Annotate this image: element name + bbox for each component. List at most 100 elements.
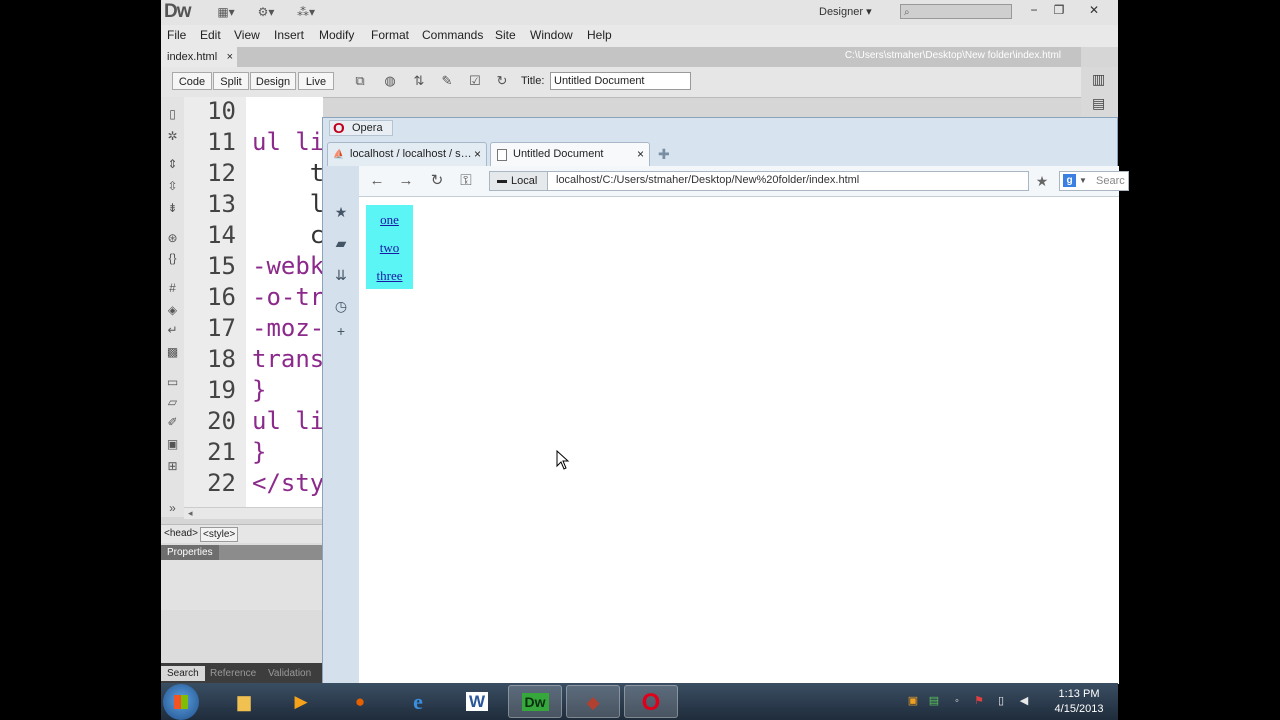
horizontal-scrollbar[interactable]: ◂: [184, 507, 323, 519]
tray-flag-icon[interactable]: ⚑: [972, 694, 986, 708]
tab-reference[interactable]: Reference: [204, 666, 262, 681]
show-code-navigator-icon[interactable]: ✲: [165, 129, 180, 144]
recent-snippets-icon[interactable]: ▣: [165, 437, 180, 452]
line-numbers-icon[interactable]: #: [165, 281, 180, 296]
dreamweaver-icon[interactable]: Dw: [508, 685, 562, 718]
bookmark-star-icon[interactable]: ★: [1032, 171, 1052, 191]
insert-panel-icon[interactable]: ▥: [1092, 71, 1105, 88]
forward-arrow-icon[interactable]: →: [396, 172, 416, 190]
back-arrow-icon[interactable]: ←: [367, 172, 387, 190]
media-player-icon[interactable]: ▶: [274, 685, 328, 718]
menu-view[interactable]: View: [234, 28, 260, 42]
open-documents-icon[interactable]: ▯: [165, 107, 180, 122]
downloads-icon[interactable]: ⇊: [333, 267, 349, 283]
tray-volume-muted-icon[interactable]: ◀: [1017, 694, 1031, 708]
tray-network-icon[interactable]: ▯: [994, 694, 1008, 708]
menu-file[interactable]: File: [167, 28, 186, 42]
tab-search[interactable]: Search: [161, 666, 205, 681]
balance-braces-icon[interactable]: {}: [165, 251, 180, 266]
firefox-icon[interactable]: ●: [333, 685, 387, 718]
move-css-icon[interactable]: ⊞: [165, 459, 180, 474]
workspace-switcher[interactable]: Designer ▾: [819, 5, 872, 18]
address-field[interactable]: ▬ Local localhost/C:/Users/stmaher/Deskt…: [489, 171, 1029, 191]
visual-aids-icon[interactable]: ☑: [464, 73, 486, 91]
line-number: 10: [207, 97, 236, 125]
explorer-icon[interactable]: ▆: [217, 685, 271, 718]
menu-site[interactable]: Site: [495, 28, 516, 42]
reload-icon[interactable]: ↻: [427, 172, 447, 190]
tab-close-icon[interactable]: ×: [474, 143, 481, 165]
tray-show-hidden-icon[interactable]: ◦: [950, 694, 964, 708]
clock[interactable]: 1:13 PM 4/15/2013: [1049, 687, 1109, 717]
multiscreen-icon[interactable]: ⧉: [349, 73, 371, 91]
internet-explorer-icon[interactable]: e: [391, 685, 445, 718]
more-tools-icon[interactable]: »: [165, 501, 180, 516]
menu-insert[interactable]: Insert: [274, 28, 304, 42]
opera-taskbar-icon[interactable]: O: [624, 685, 678, 718]
file-management-icon[interactable]: ⇅: [408, 73, 430, 91]
word-wrap-icon[interactable]: ↵: [165, 323, 180, 338]
right-panel-dock: ▥ ▤: [1081, 67, 1118, 117]
code-view-button[interactable]: Code: [172, 72, 212, 90]
menu-modify[interactable]: Modify: [319, 28, 354, 42]
chevron-down-icon[interactable]: ▼: [1079, 172, 1087, 190]
tab-validation[interactable]: Validation: [262, 666, 317, 681]
preview-browser-icon[interactable]: ◍: [379, 73, 401, 91]
tab-index-html[interactable]: index.html ×: [161, 47, 237, 67]
key-icon[interactable]: ⚿: [456, 172, 476, 190]
minimize-button[interactable]: −: [1023, 2, 1045, 18]
close-button[interactable]: ✕: [1083, 2, 1105, 18]
opera-tab-bar: ⛵ localhost / localhost / s… × Untitled …: [323, 140, 1119, 166]
menu-format[interactable]: Format: [371, 28, 409, 42]
collapse-tag-icon[interactable]: ⇕: [165, 157, 180, 172]
gear-icon[interactable]: ⚙▾: [253, 5, 279, 20]
site-icon[interactable]: ⁂▾: [293, 5, 319, 20]
search-field[interactable]: g ▼ Searc: [1059, 171, 1129, 191]
wrap-tag-icon[interactable]: ✐: [165, 415, 180, 430]
refresh-icon[interactable]: ↻: [491, 73, 513, 91]
tray-shield-icon[interactable]: ▤: [927, 694, 941, 708]
start-button[interactable]: [163, 684, 199, 720]
menu-edit[interactable]: Edit: [200, 28, 221, 42]
collapse-selection-icon[interactable]: ⇳: [165, 179, 180, 194]
select-parent-tag-icon[interactable]: ⊛: [165, 231, 180, 246]
tab-close-icon[interactable]: ×: [227, 47, 233, 67]
bookmarks-star-icon[interactable]: ★: [333, 204, 349, 220]
notes-icon[interactable]: ▰: [333, 235, 349, 251]
history-clock-icon[interactable]: ◷: [333, 298, 349, 314]
document-title-input[interactable]: Untitled Document: [550, 72, 691, 90]
nav-link-two[interactable]: two: [366, 240, 413, 256]
tray-app-icon[interactable]: ▣: [906, 694, 920, 708]
tab-phpmyadmin[interactable]: ⛵ localhost / localhost / s… ×: [327, 142, 487, 166]
apply-comment-icon[interactable]: ▭: [165, 375, 180, 390]
nav-link-three[interactable]: three: [366, 268, 413, 284]
help-search-input[interactable]: ⌕: [900, 4, 1012, 19]
remove-comment-icon[interactable]: ▱: [165, 395, 180, 410]
syntax-coloring-icon[interactable]: ▩: [165, 345, 180, 360]
new-tab-icon[interactable]: ✚: [658, 147, 672, 161]
menu-help[interactable]: Help: [587, 28, 612, 42]
add-panel-icon[interactable]: +: [333, 323, 349, 339]
opera-menu-button[interactable]: O Opera: [329, 120, 393, 137]
split-view-button[interactable]: Split: [213, 72, 249, 90]
local-badge[interactable]: ▬ Local: [490, 172, 548, 190]
inspect-icon[interactable]: ✎: [436, 73, 458, 91]
design-view-button[interactable]: Design: [250, 72, 296, 90]
nav-link-one[interactable]: one: [366, 212, 413, 228]
tab-close-icon[interactable]: ×: [637, 143, 644, 165]
live-view-button[interactable]: Live: [298, 72, 334, 90]
app-icon[interactable]: ◆: [566, 685, 620, 718]
tag-head[interactable]: <head>: [162, 527, 200, 540]
menu-window[interactable]: Window: [530, 28, 573, 42]
tab-untitled-document[interactable]: Untitled Document ×: [490, 142, 650, 166]
menu-commands[interactable]: Commands: [422, 28, 483, 42]
restore-button[interactable]: ❐: [1048, 2, 1070, 18]
word-icon[interactable]: W: [450, 685, 504, 718]
tag-style[interactable]: <style>: [200, 527, 239, 542]
layout-icon[interactable]: ▦▾: [213, 5, 239, 20]
properties-tab[interactable]: Properties: [161, 545, 219, 560]
highlight-invalid-icon[interactable]: ◈: [165, 303, 180, 318]
expand-all-icon[interactable]: ⇟: [165, 201, 180, 216]
code-editor[interactable]: ul li t l c -webk -o-tr -moz- trans } ul…: [246, 97, 323, 517]
files-panel-icon[interactable]: ▤: [1092, 95, 1105, 112]
